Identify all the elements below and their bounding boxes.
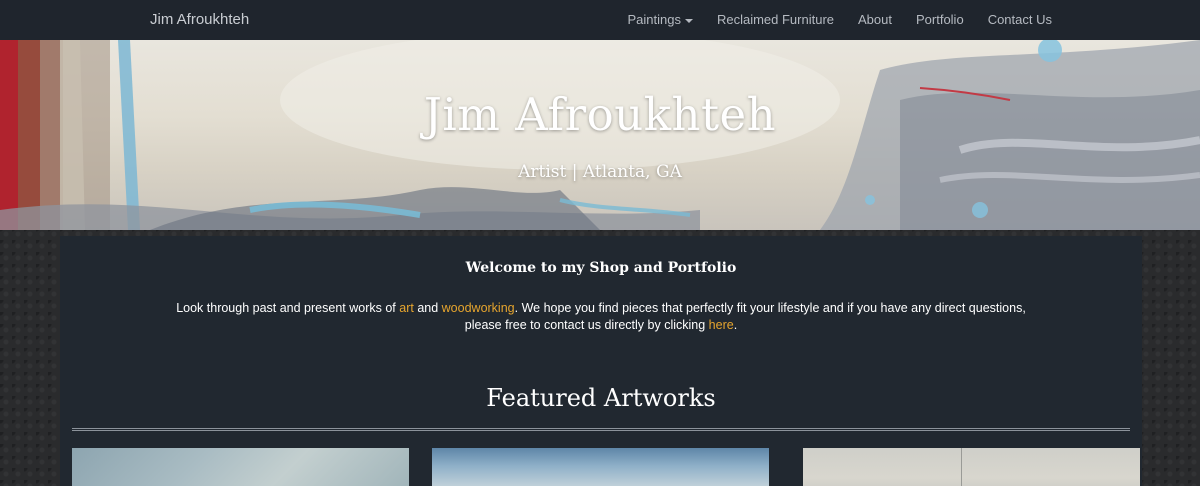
featured-artworks-heading: Featured Artworks <box>486 384 716 412</box>
nav-item-portfolio[interactable]: Portfolio <box>904 0 976 40</box>
featured-artwork-thumbnail-2[interactable] <box>432 448 769 486</box>
hero-subtitle: Artist | Atlanta, GA <box>518 162 682 182</box>
nav-item-paintings[interactable]: Paintings <box>615 0 704 40</box>
intro-text: . We hope you find pieces that perfectly… <box>514 301 1026 315</box>
caret-down-icon <box>684 18 693 23</box>
welcome-heading: Welcome to my Shop and Portfolio <box>465 260 737 276</box>
brand-link[interactable]: Jim Afroukhteh <box>150 0 249 40</box>
contact-here-link[interactable]: here <box>709 318 734 332</box>
featured-artwork-thumbnail-1[interactable] <box>72 448 409 486</box>
nav-item-label: Paintings <box>627 12 681 27</box>
nav-menu: Paintings Reclaimed Furniture About Port… <box>615 0 1064 40</box>
main-content-panel: Welcome to my Shop and Portfolio Look th… <box>60 236 1142 486</box>
hero-title: Jim Afroukhteh <box>423 88 777 141</box>
intro-paragraph: Look through past and present works of a… <box>60 300 1142 334</box>
woodworking-link[interactable]: woodworking <box>442 301 515 315</box>
featured-artwork-thumbnail-3[interactable] <box>803 448 1140 486</box>
navbar: Jim Afroukhteh Paintings Reclaimed Furni… <box>0 0 1200 41</box>
nav-item-reclaimed-furniture[interactable]: Reclaimed Furniture <box>705 0 846 40</box>
hero-banner: Jim Afroukhteh Artist | Atlanta, GA <box>0 40 1200 230</box>
intro-text: please free to contact us directly by cl… <box>464 318 709 332</box>
art-link[interactable]: art <box>399 301 414 315</box>
intro-text: . <box>733 318 738 332</box>
intro-text: and <box>413 301 442 315</box>
nav-item-about[interactable]: About <box>846 0 904 40</box>
intro-text: Look through past and present works of <box>176 301 400 315</box>
nav-item-contact-us[interactable]: Contact Us <box>976 0 1064 40</box>
section-divider <box>72 428 1130 431</box>
